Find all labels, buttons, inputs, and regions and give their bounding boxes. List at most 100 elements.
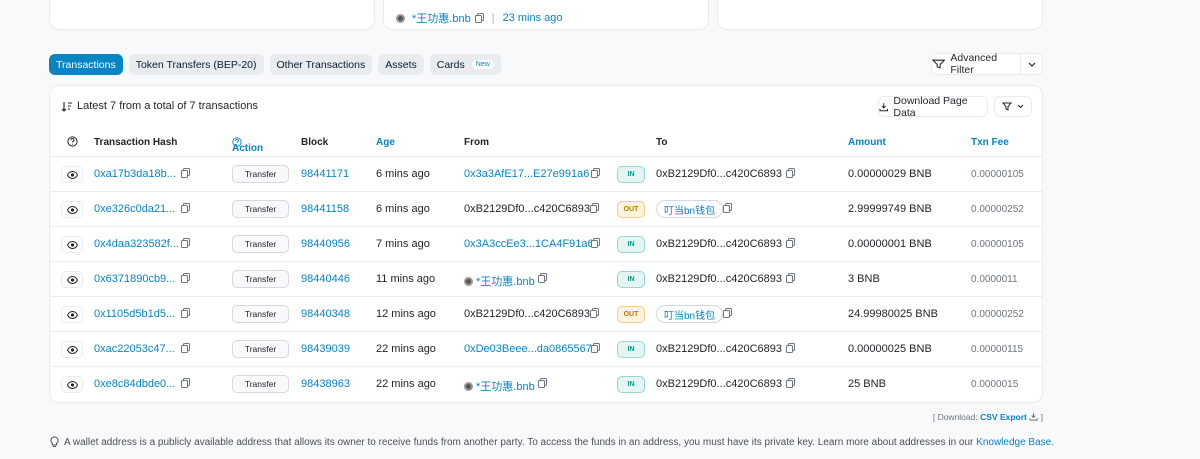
eye-icon[interactable] xyxy=(61,236,83,253)
eye-icon[interactable] xyxy=(61,376,83,393)
tx-hash-link[interactable]: 0x6371890cb9... xyxy=(94,273,175,285)
to-address-tag[interactable]: 叮当bn钱包 xyxy=(656,200,724,218)
summary: Latest 7 from a total of 7 transactions xyxy=(61,100,258,112)
copy-icon[interactable] xyxy=(591,238,600,248)
tx-hash-link[interactable]: 0xa17b3da18b... xyxy=(94,168,176,180)
advanced-filter-dropdown[interactable] xyxy=(1020,53,1043,75)
copy-icon[interactable] xyxy=(723,308,732,318)
col-age[interactable]: Age xyxy=(376,137,395,148)
eye-icon[interactable] xyxy=(61,271,83,288)
tx-hash-link[interactable]: 0x1105d5b1d5... xyxy=(94,308,175,320)
download-icon xyxy=(1029,412,1038,421)
copy-icon[interactable] xyxy=(181,343,190,353)
copy-icon[interactable] xyxy=(786,273,795,283)
table-row: 0xe326c0da21... Transfer 98441158 6 mins ag… xyxy=(50,192,1042,227)
tx-hash-link[interactable]: 0x4daa323582f... xyxy=(94,238,179,250)
block-link[interactable]: 98440348 xyxy=(301,308,350,320)
block-link[interactable]: 98440446 xyxy=(301,273,350,285)
col-amount[interactable]: Amount xyxy=(848,137,886,148)
from-address: 0xB2129Df0...c420C6893 xyxy=(464,308,590,320)
col-action-label: Action xyxy=(232,143,264,154)
eye-icon[interactable] xyxy=(61,341,83,358)
amount: 0.00000001 BNB xyxy=(848,238,932,250)
copy-icon[interactable] xyxy=(786,168,795,178)
tab-transactions[interactable]: Transactions xyxy=(49,54,123,75)
direction-badge: IN xyxy=(617,236,645,253)
from-address[interactable]: *王功惠.bnb xyxy=(464,378,535,394)
advanced-filter-button[interactable]: Advanced Filter xyxy=(931,52,1021,76)
tab-assets[interactable]: Assets xyxy=(378,54,424,75)
table-row: 0x1105d5b1d5... Transfer 98440348 12 mins a… xyxy=(50,297,1042,332)
eye-icon[interactable] xyxy=(61,166,83,183)
col-action[interactable]: Action xyxy=(232,137,263,154)
tx-hash-link[interactable]: 0xe8c84dbde0... xyxy=(94,378,175,390)
method-badge: Transfer xyxy=(232,235,289,253)
filter-icon xyxy=(1002,102,1012,111)
summary-text: Latest 7 from a total of 7 transactions xyxy=(77,100,258,112)
help-icon[interactable] xyxy=(67,136,78,150)
copy-icon[interactable] xyxy=(181,273,190,283)
copy-icon[interactable] xyxy=(723,203,732,213)
copy-icon[interactable] xyxy=(181,378,190,388)
to-label: 叮当bn钱包 xyxy=(664,205,716,217)
tab-label: Other Transactions xyxy=(276,58,366,71)
from-label: 0xDe03Beee...da0865567 xyxy=(464,343,592,355)
tab-token-transfers[interactable]: Token Transfers (BEP-20) xyxy=(128,54,264,75)
age: 22 mins ago xyxy=(376,378,436,390)
to-address-tag[interactable]: 叮当bn钱包 xyxy=(656,305,724,323)
txn-fee: 0.00000105 xyxy=(971,239,1024,250)
eye-icon[interactable] xyxy=(61,306,83,323)
tx-hash-link[interactable]: 0xe326c0da21... xyxy=(94,203,175,215)
tab-cards[interactable]: Cards New xyxy=(429,54,501,75)
funded-age[interactable]: 23 mins ago xyxy=(503,12,563,24)
amount: 0.00000025 BNB xyxy=(848,343,932,355)
copy-icon[interactable] xyxy=(591,168,600,178)
col-from: From xyxy=(464,137,489,148)
copy-icon[interactable] xyxy=(786,343,795,353)
block-link[interactable]: 98439039 xyxy=(301,343,350,355)
amount: 25 BNB xyxy=(848,378,886,390)
block-link[interactable]: 98440956 xyxy=(301,238,350,250)
age: 22 mins ago xyxy=(376,343,436,355)
funded-by-link[interactable]: *王功惠.bnb xyxy=(412,10,471,26)
to-address: 0xB2129Df0...c420C6893 xyxy=(656,168,782,180)
age: 7 mins ago xyxy=(376,238,430,250)
from-label: *王功惠.bnb xyxy=(476,276,535,288)
copy-icon[interactable] xyxy=(538,273,547,283)
tx-hash-link[interactable]: 0xac22053c47... xyxy=(94,343,175,355)
txn-fee: 0.00000252 xyxy=(971,204,1024,215)
block-link[interactable]: 98441158 xyxy=(301,203,349,215)
copy-icon[interactable] xyxy=(181,168,190,178)
ens-icon xyxy=(464,277,473,286)
column-filter-button[interactable] xyxy=(994,96,1032,117)
download-prefix: [ Download: xyxy=(932,412,978,422)
csv-export-link[interactable]: CSV Export xyxy=(980,412,1027,422)
knowledge-base-link[interactable]: Knowledge Base xyxy=(976,437,1051,448)
direction-badge: IN xyxy=(617,271,645,288)
copy-icon[interactable] xyxy=(590,308,599,318)
copy-icon[interactable] xyxy=(786,378,795,388)
copy-icon[interactable] xyxy=(590,203,599,213)
block-link[interactable]: 98441171 xyxy=(301,168,349,180)
copy-icon[interactable] xyxy=(538,378,547,388)
direction-badge: OUT xyxy=(617,306,645,323)
block-link[interactable]: 98438963 xyxy=(301,378,350,390)
copy-icon[interactable] xyxy=(181,203,190,213)
from-address[interactable]: 0x3a3AfE17...E27e991a6 xyxy=(464,168,589,180)
from-address[interactable]: 0x3A3ccEe3...1CA4F91a6 xyxy=(464,238,594,250)
download-page-data-button[interactable]: Download Page Data xyxy=(878,95,988,119)
eye-icon[interactable] xyxy=(61,201,83,218)
from-address[interactable]: *王功惠.bnb xyxy=(464,273,535,289)
from-address[interactable]: 0xDe03Beee...da0865567 xyxy=(464,343,592,355)
tab-other-transactions[interactable]: Other Transactions xyxy=(269,54,373,75)
copy-icon[interactable] xyxy=(591,343,600,353)
footnote-text: A wallet address is a publicly available… xyxy=(64,436,974,448)
copy-icon[interactable] xyxy=(181,308,190,318)
copy-icon[interactable] xyxy=(474,13,484,23)
table-row: 0xa17b3da18b... Transfer 98441171 6 mins ag… xyxy=(50,157,1042,192)
direction-badge: IN xyxy=(617,166,645,183)
copy-icon[interactable] xyxy=(786,238,795,248)
footnote: A wallet address is a publicly available… xyxy=(49,436,1054,448)
copy-icon[interactable] xyxy=(181,238,190,248)
col-fee[interactable]: Txn Fee xyxy=(971,137,1009,148)
